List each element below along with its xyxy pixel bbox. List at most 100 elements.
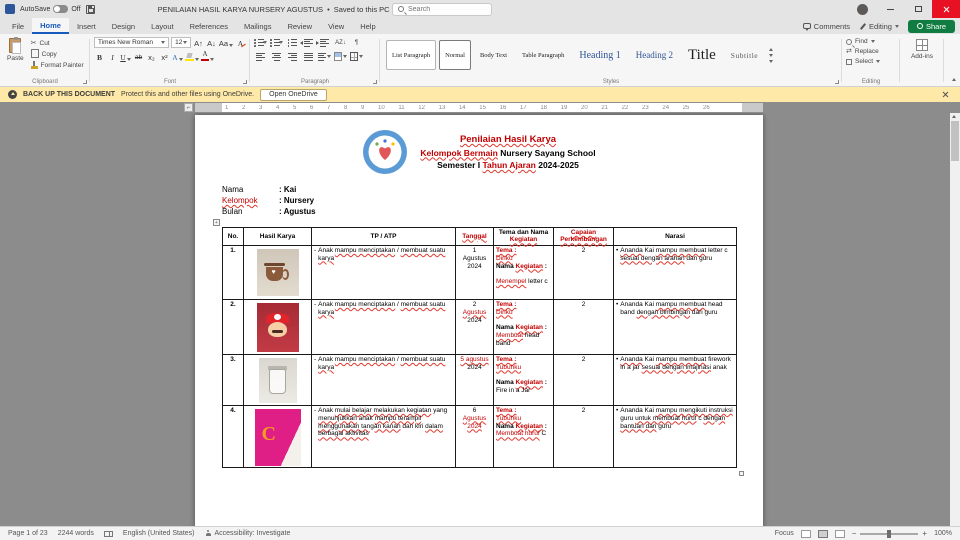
cell-tp-4[interactable]: - Anak mulai belajar melakukan kegiatan y… bbox=[311, 404, 456, 468]
paste-button[interactable]: Paste bbox=[4, 37, 27, 69]
focus-button[interactable]: Focus bbox=[775, 530, 794, 537]
cell-capaian-2[interactable]: 2 bbox=[553, 298, 614, 355]
cell-tp-2[interactable]: - Anak mampu menciptakan / membuat suatu … bbox=[311, 298, 456, 355]
copy-button[interactable]: Copy bbox=[30, 49, 84, 58]
word-app-icon[interactable] bbox=[5, 4, 15, 14]
column-header-tanggal[interactable]: Tanggal bbox=[455, 227, 494, 246]
minimize-button[interactable] bbox=[876, 0, 904, 18]
change-case-button[interactable]: Aa bbox=[219, 37, 234, 48]
cell-hasil-4[interactable]: C bbox=[243, 404, 312, 468]
find-button[interactable]: Find bbox=[846, 38, 896, 45]
share-button[interactable]: Share bbox=[907, 19, 955, 33]
align-center-button[interactable] bbox=[270, 51, 283, 62]
artwork-photo-1[interactable]: ♥ bbox=[256, 248, 299, 296]
tab-selector[interactable]: ⌐ bbox=[184, 103, 193, 112]
page-indicator[interactable]: Page 1 of 23 bbox=[8, 530, 48, 537]
cell-tanggal-2[interactable]: 2 Agustus 2024 bbox=[455, 298, 494, 355]
align-right-button[interactable] bbox=[286, 51, 299, 62]
tab-insert[interactable]: Insert bbox=[69, 18, 104, 34]
cell-tp-1[interactable]: - Anak mampu menciptakan / membuat suatu … bbox=[311, 244, 456, 300]
search-input[interactable] bbox=[408, 5, 486, 13]
tab-layout[interactable]: Layout bbox=[143, 18, 182, 34]
search-box[interactable] bbox=[392, 2, 492, 16]
font-color-button[interactable]: A bbox=[201, 51, 214, 62]
style-list-paragraph[interactable]: List Paragraph bbox=[386, 40, 437, 70]
table-move-handle[interactable]: + bbox=[213, 219, 220, 226]
decrease-indent-button[interactable] bbox=[300, 37, 315, 48]
artwork-photo-2[interactable] bbox=[256, 302, 299, 352]
horizontal-ruler[interactable]: ⌐ 1 2 3 4 5 6 7 8 9 10 11 12 13 14 15 16… bbox=[0, 102, 960, 113]
font-size-select[interactable]: 12 bbox=[171, 37, 191, 48]
column-header-tema[interactable]: Tema dan Nama Kegiatan bbox=[493, 227, 554, 246]
styles-gallery-up-button[interactable] bbox=[769, 47, 774, 51]
cell-tema-4[interactable]: Tema : Tubuhku Nama Kegiatan : Membuat huru… bbox=[493, 404, 554, 468]
document-title[interactable]: PENILAIAN HASIL KARYA NURSERY AGUSTUS • … bbox=[158, 5, 398, 14]
proofing-status[interactable] bbox=[103, 530, 113, 537]
font-dialog-launcher[interactable] bbox=[243, 80, 247, 84]
column-header-tp-atp[interactable]: TP / ATP bbox=[311, 227, 456, 246]
sort-button[interactable]: AZ↓ bbox=[334, 37, 347, 48]
artwork-photo-3[interactable] bbox=[258, 357, 297, 403]
paragraph-marks-button[interactable]: ¶ bbox=[350, 37, 363, 48]
tab-home[interactable]: Home bbox=[32, 18, 69, 34]
cell-capaian-3[interactable]: 2 bbox=[553, 353, 614, 406]
cut-button[interactable]: ✂ Cut bbox=[31, 39, 84, 47]
style-body-text[interactable]: Body Text bbox=[474, 40, 513, 70]
replace-button[interactable]: ⇄ Replace bbox=[846, 48, 896, 55]
borders-button[interactable] bbox=[350, 51, 363, 62]
cell-no-4[interactable]: 4. bbox=[222, 404, 244, 468]
zoom-in-button[interactable]: + bbox=[922, 529, 927, 538]
zoom-out-button[interactable]: − bbox=[852, 529, 857, 538]
shading-button[interactable] bbox=[334, 51, 347, 62]
cell-hasil-1[interactable]: ♥ bbox=[243, 244, 312, 300]
paragraph-dialog-launcher[interactable] bbox=[373, 80, 377, 84]
comments-button[interactable]: Comments bbox=[802, 22, 850, 31]
italic-button[interactable]: I bbox=[107, 51, 118, 62]
cell-narasi-1[interactable]: • Ananda Kai mampu membuat letter c sesua… bbox=[613, 244, 737, 300]
language-indicator[interactable]: English (United States) bbox=[123, 530, 195, 537]
cell-narasi-4[interactable]: • Ananda Kai mampu mengikuti instruksi gu… bbox=[613, 404, 737, 468]
open-onedrive-button[interactable]: Open OneDrive bbox=[260, 88, 327, 101]
styles-dialog-launcher[interactable] bbox=[835, 80, 839, 84]
underline-button[interactable]: U bbox=[120, 51, 131, 62]
style-heading-2[interactable]: Heading 2 bbox=[630, 40, 679, 70]
clipboard-dialog-launcher[interactable] bbox=[83, 80, 87, 84]
tab-mailings[interactable]: Mailings bbox=[236, 18, 280, 34]
addins-button[interactable]: Add-ins bbox=[904, 37, 940, 62]
tab-design[interactable]: Design bbox=[104, 18, 143, 34]
cell-hasil-2[interactable] bbox=[243, 298, 312, 355]
shrink-font-button[interactable]: A↓ bbox=[206, 37, 217, 48]
left-margin-marker[interactable] bbox=[195, 103, 222, 112]
editing-mode-button[interactable]: Editing bbox=[859, 22, 899, 31]
strikethrough-button[interactable]: ab bbox=[133, 51, 144, 62]
bullets-button[interactable] bbox=[254, 37, 267, 48]
column-header-narasi[interactable]: Narasi bbox=[613, 227, 737, 246]
style-heading-1[interactable]: Heading 1 bbox=[573, 40, 626, 70]
cell-capaian-1[interactable]: 2 bbox=[553, 244, 614, 300]
style-normal[interactable]: Normal bbox=[439, 40, 471, 70]
column-header-hasil-karya[interactable]: Hasil Karya bbox=[243, 227, 312, 246]
cell-tanggal-1[interactable]: 1 Agustus 2024 bbox=[455, 244, 494, 300]
word-count[interactable]: 2244 words bbox=[58, 530, 94, 537]
highlight-button[interactable] bbox=[185, 51, 199, 62]
multilevel-list-button[interactable] bbox=[286, 37, 299, 48]
tab-review[interactable]: Review bbox=[279, 18, 320, 34]
styles-gallery-down-button[interactable] bbox=[769, 53, 774, 57]
scroll-up-button[interactable] bbox=[952, 115, 956, 118]
cell-no-1[interactable]: 1. bbox=[222, 244, 244, 300]
increase-indent-button[interactable] bbox=[316, 37, 331, 48]
autosave-toggle[interactable]: AutoSave Off bbox=[20, 5, 81, 13]
column-header-no[interactable]: No. bbox=[222, 227, 244, 246]
vertical-scrollbar[interactable] bbox=[950, 113, 960, 526]
cell-capaian-4[interactable]: 2 bbox=[553, 404, 614, 468]
subscript-button[interactable]: x₂ bbox=[146, 51, 157, 62]
style-subtitle[interactable]: Subtitle bbox=[725, 40, 764, 70]
tab-file[interactable]: File bbox=[4, 18, 32, 34]
artwork-photo-4[interactable]: C bbox=[254, 408, 301, 466]
superscript-button[interactable]: x² bbox=[159, 51, 170, 62]
line-spacing-button[interactable] bbox=[318, 51, 331, 62]
zoom-slider[interactable] bbox=[860, 529, 919, 538]
format-painter-button[interactable]: Format Painter bbox=[30, 61, 84, 69]
right-margin-marker[interactable] bbox=[742, 103, 763, 112]
tab-help[interactable]: Help bbox=[352, 18, 383, 34]
